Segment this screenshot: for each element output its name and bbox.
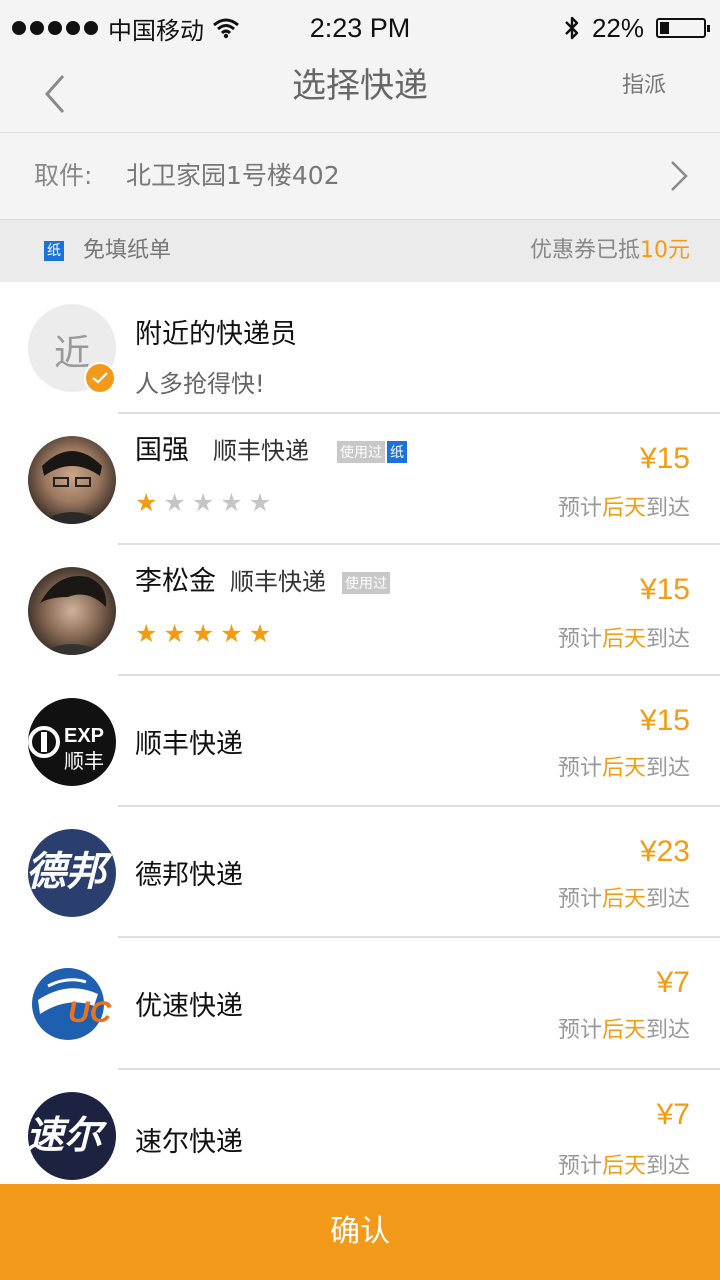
rating-stars: ★ ★ ★ ★ ★: [135, 490, 271, 516]
price: ¥23: [639, 835, 690, 868]
eta-day: 后天: [601, 1154, 646, 1179]
nearby-title: 附近的快递员: [135, 319, 297, 350]
eta: 预计后天到达: [558, 750, 690, 782]
assign-button[interactable]: 指派: [622, 56, 666, 116]
star-icon: ★: [220, 488, 243, 517]
sure-express-logo: 速尔: [28, 1092, 116, 1180]
star-icon: ★: [248, 619, 272, 648]
price: ¥7: [656, 1098, 690, 1131]
free-form-label: 免填纸单: [83, 238, 172, 263]
courier-avatar: [28, 436, 116, 524]
eta: 预计后天到达: [558, 1012, 690, 1044]
deppon-logo: 德邦: [28, 829, 116, 917]
price: ¥7: [656, 966, 690, 999]
eta-day: 后天: [601, 627, 646, 652]
star-icon: ★: [191, 488, 215, 517]
battery-percent: 22%: [591, 12, 644, 43]
star-icon: ★: [135, 488, 158, 517]
courier-row[interactable]: 国强 顺丰快递 使用过纸 ★ ★ ★ ★ ★ ¥15 预计后天到达: [0, 414, 720, 545]
star-icon: ★: [135, 619, 158, 648]
eta-day: 后天: [601, 887, 646, 912]
eta-day: 后天: [601, 756, 646, 781]
svg-text:顺丰: 顺丰: [64, 749, 104, 773]
price: ¥15: [639, 442, 690, 475]
courier-row[interactable]: 李松金 顺丰快递 使用过 ★ ★ ★ ★ ★ ¥15 预计后天到达: [0, 545, 720, 676]
paper-badge: 纸: [387, 440, 407, 463]
svg-text:德邦: 德邦: [28, 849, 113, 895]
uc-express-logo: UC: [28, 960, 116, 1048]
courier-company: 顺丰快递: [213, 437, 309, 465]
page-title: 选择快递: [292, 66, 428, 106]
bluetooth-icon: [565, 16, 579, 40]
used-badge: 使用过: [337, 440, 385, 463]
eta: 预计后天到达: [558, 881, 690, 913]
eta-day: 后天: [601, 1018, 646, 1043]
eta-suffix: 到达: [645, 496, 690, 521]
paper-badge: 纸: [44, 241, 64, 261]
used-badge: 使用过: [342, 571, 390, 594]
eta: 预计后天到达: [558, 621, 690, 653]
eta-suffix: 到达: [645, 756, 690, 781]
coupon-amount: 10元: [640, 238, 690, 263]
eta-prefix: 预计: [557, 1018, 602, 1043]
star-icon: ★: [248, 488, 272, 517]
courier-name: 国强 顺丰快递 使用过纸: [135, 428, 407, 467]
eta: 预计后天到达: [558, 490, 690, 522]
svg-text:EXP: EXP: [64, 725, 104, 747]
courier-name: 顺丰快递: [135, 729, 243, 760]
courier-row[interactable]: 德邦 德邦快递 ¥23 预计后天到达: [0, 807, 720, 938]
courier-name-text: 国强: [135, 435, 189, 466]
price: ¥15: [639, 573, 690, 606]
nav-bar: 选择快递 指派: [0, 56, 720, 133]
sf-express-logo: EXP 顺丰: [28, 698, 116, 786]
star-icon: ★: [163, 619, 186, 648]
eta-suffix: 到达: [645, 627, 690, 652]
rating-stars: ★ ★ ★ ★ ★: [135, 621, 271, 647]
star-icon: ★: [191, 619, 215, 648]
eta-suffix: 到达: [645, 887, 690, 912]
star-icon: ★: [163, 488, 186, 517]
nearby-avatar: 近: [28, 304, 116, 394]
courier-name-text: 李松金: [135, 566, 216, 597]
pickup-label: 取件:: [34, 161, 93, 190]
nearby-subtitle: 人多抢得快!: [135, 370, 265, 398]
svg-text:UC: UC: [68, 996, 113, 1029]
courier-row[interactable]: 速尔 速尔快递 ¥7 预计后天到达: [0, 1070, 720, 1184]
courier-company: 顺丰快递: [230, 568, 326, 596]
nearby-couriers-option[interactable]: 近 附近的快递员 人多抢得快!: [0, 282, 720, 414]
battery-icon: [656, 18, 710, 38]
eta-prefix: 预计: [557, 887, 602, 912]
eta-prefix: 预计: [557, 496, 602, 521]
eta-suffix: 到达: [645, 1154, 690, 1179]
eta-prefix: 预计: [557, 756, 602, 781]
star-icon: ★: [220, 619, 243, 648]
courier-name: 优速快递: [135, 991, 243, 1022]
courier-list[interactable]: 近 附近的快递员 人多抢得快! 国强 顺丰快递 使用过纸 ★ ★ ★ ★ ★ ¥15 预计后…: [0, 282, 720, 1184]
courier-row[interactable]: UC 优速快递 ¥7 预计后天到达: [0, 938, 720, 1070]
eta-suffix: 到达: [645, 1018, 690, 1043]
coupon-info: 优惠券已抵10元: [530, 220, 690, 282]
eta-prefix: 预计: [557, 1154, 602, 1179]
status-right: 22%: [564, 0, 710, 56]
eta-prefix: 预计: [557, 627, 602, 652]
pickup-address: 北卫家园1号楼402: [126, 161, 340, 190]
confirm-button[interactable]: 确认: [0, 1184, 720, 1280]
pickup-address-row[interactable]: 取件: 北卫家园1号楼402: [0, 133, 720, 220]
courier-avatar: [28, 567, 116, 655]
selected-check-icon: [84, 362, 116, 394]
eta-day: 后天: [601, 496, 646, 521]
status-bar: 中国移动 2:23 PM 22%: [0, 0, 720, 56]
courier-name: 速尔快递: [135, 1127, 243, 1158]
price: ¥15: [639, 704, 690, 737]
svg-text:速尔: 速尔: [28, 1113, 108, 1157]
courier-name: 李松金 顺丰快递 使用过: [135, 559, 390, 598]
courier-row[interactable]: EXP 顺丰 顺丰快递 ¥15 预计后天到达: [0, 676, 720, 807]
chevron-right-icon: [671, 161, 688, 191]
coupon-prefix: 优惠券已抵: [529, 238, 640, 263]
eta: 预计后天到达: [558, 1148, 690, 1180]
courier-name: 德邦快递: [135, 860, 243, 891]
